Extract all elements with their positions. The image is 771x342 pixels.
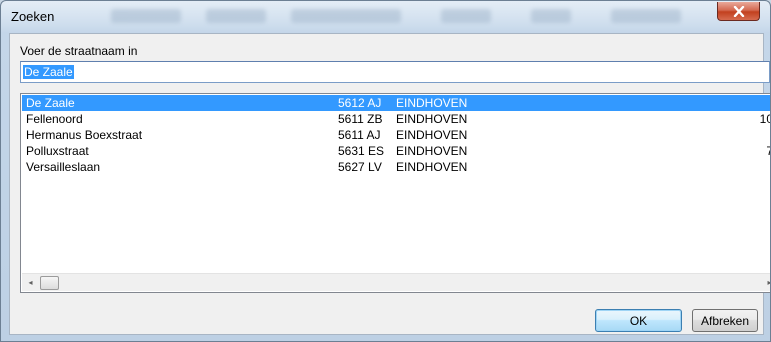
scroll-thumb[interactable] [40, 276, 59, 290]
list-item-city: EINDHOVEN [396, 160, 468, 174]
list-item-street: Fellenoord [26, 112, 83, 126]
list-item[interactable]: Fellenoord 5611 ZB EINDHOVEN 10 [22, 111, 770, 127]
dialog-body: Voer de straatnaam in De Zaale De Zaale 5… [9, 33, 770, 335]
street-input-value: De Zaale [23, 65, 74, 79]
cancel-button[interactable]: Afbreken [692, 309, 758, 332]
close-button[interactable] [717, 2, 760, 21]
street-prompt-label: Voer de straatnaam in [20, 44, 138, 58]
list-item-street: Hermanus Boexstraat [26, 128, 143, 142]
list-item-number: 7 [766, 143, 770, 159]
window-title: Zoeken [11, 9, 55, 24]
list-item-zip: 5631 ES [338, 144, 385, 158]
background-blur [111, 7, 711, 27]
list-item-number: 10 [759, 112, 770, 126]
list-item-street: Versailleslaan [26, 160, 101, 174]
ok-button[interactable]: OK [595, 309, 682, 332]
list-item[interactable]: Versailleslaan 5627 LV EINDHOVEN [22, 159, 770, 175]
title-bar[interactable]: Zoeken [1, 1, 770, 33]
scroll-left-arrow-icon[interactable]: ◂ [22, 274, 39, 291]
close-icon [733, 5, 744, 17]
list-item[interactable]: De Zaale 5612 AJ EINDHOVEN [22, 95, 770, 111]
list-item-city: EINDHOVEN [396, 112, 468, 126]
list-item-zip: 5612 AJ [338, 96, 382, 110]
street-input[interactable]: De Zaale [20, 61, 770, 83]
results-list[interactable]: De Zaale 5612 AJ EINDHOVEN Fellenoord 5611 Z… [20, 93, 770, 293]
list-item-street: De Zaale [26, 96, 75, 110]
list-item-street: Polluxstraat [26, 144, 89, 158]
list-item-city: EINDHOVEN [396, 144, 468, 158]
list-item-city: EINDHOVEN [396, 96, 468, 110]
dialog-window: Zoeken Voer de straatnaam in De Zaale De… [0, 0, 771, 342]
list-item-city: EINDHOVEN [396, 128, 468, 142]
list-item-zip: 5627 LV [338, 160, 382, 174]
horizontal-scrollbar[interactable]: ◂ ▸ [22, 273, 770, 291]
scroll-right-arrow-icon[interactable]: ▸ [761, 274, 770, 291]
list-item[interactable]: Polluxstraat 5631 ES EINDHOVEN 7 [22, 143, 770, 159]
list-item-zip: 5611 ZB [338, 112, 383, 126]
list-item[interactable]: Hermanus Boexstraat 5611 AJ EINDHOVEN [22, 127, 770, 143]
list-item-zip: 5611 AJ [338, 128, 381, 142]
